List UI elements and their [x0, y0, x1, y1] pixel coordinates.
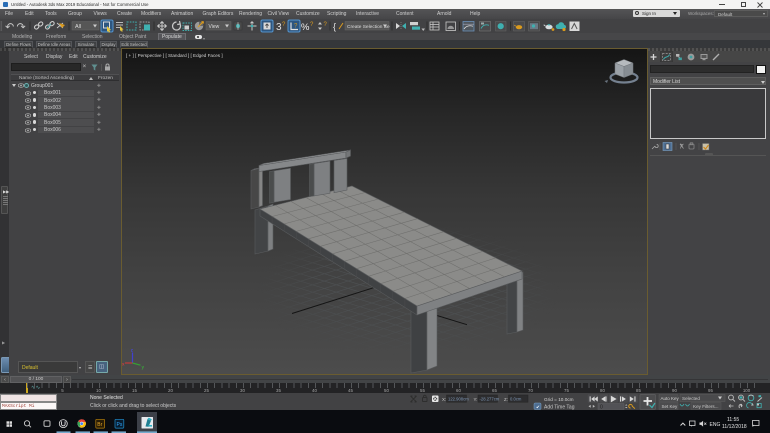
- svg-text:↶: ↶: [5, 22, 14, 34]
- svg-text:Ps: Ps: [117, 422, 123, 428]
- svg-text:X:: X:: [442, 397, 446, 402]
- svg-text:Key Filters...: Key Filters...: [693, 404, 719, 409]
- svg-text:Y:: Y:: [474, 397, 478, 402]
- svg-text:↷: ↷: [17, 22, 26, 34]
- svg-text:Grid = 10.0cm: Grid = 10.0cm: [544, 397, 574, 402]
- svg-text:All: All: [75, 24, 81, 30]
- svg-text:-28.277cm: -28.277cm: [480, 397, 500, 402]
- svg-text:{: {: [333, 22, 336, 32]
- svg-text:Br: Br: [97, 422, 102, 428]
- svg-text:0.0cm: 0.0cm: [510, 397, 522, 402]
- svg-text:Set Key: Set Key: [662, 404, 679, 409]
- svg-text:✔: ✔: [536, 405, 540, 410]
- svg-text:11:55: 11:55: [727, 417, 739, 423]
- svg-text:%: %: [301, 22, 310, 33]
- svg-text:Z:: Z:: [504, 397, 508, 402]
- svg-text:122.908cm: 122.908cm: [448, 397, 469, 402]
- svg-text:Selected: Selected: [682, 396, 700, 401]
- svg-text:11/12/2018: 11/12/2018: [722, 424, 747, 430]
- svg-text:View: View: [209, 24, 220, 30]
- svg-text:Auto Key: Auto Key: [661, 396, 680, 401]
- svg-text:ENG: ENG: [710, 422, 721, 428]
